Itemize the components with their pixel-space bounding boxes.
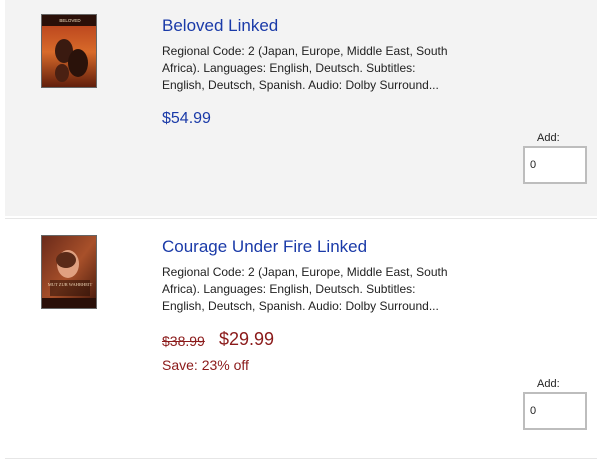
cover-title-art: MUT ZUR WAHRHEIT: [48, 282, 93, 287]
quantity-input[interactable]: [523, 146, 587, 184]
product-title-link[interactable]: Courage Under Fire Linked: [162, 237, 367, 257]
add-quantity-label: Add:: [537, 378, 560, 390]
product-description: Regional Code: 2 (Japan, Europe, Middle …: [162, 265, 448, 313]
row-divider: [5, 218, 597, 219]
product-thumbnail[interactable]: MUT ZUR WAHRHEIT: [41, 235, 97, 309]
quantity-input[interactable]: [523, 392, 587, 430]
cover-title-art: BELOVED: [59, 18, 81, 23]
product-item: BELOVED Beloved Linked Regional Code: 2 …: [5, 0, 597, 216]
product-title-link[interactable]: Beloved Linked: [162, 16, 278, 36]
row-divider: [5, 458, 597, 459]
sale-price: $29.99: [219, 329, 275, 349]
dvd-cover-image: MUT ZUR WAHRHEIT: [42, 236, 96, 308]
original-price: $38.99: [162, 333, 205, 349]
product-list-page: BELOVED Beloved Linked Regional Code: 2 …: [0, 0, 600, 460]
product-item: MUT ZUR WAHRHEIT Courage Under Fire Link…: [5, 221, 597, 457]
savings-text: Save: 23% off: [162, 357, 249, 373]
dvd-cover-image: BELOVED: [42, 15, 96, 87]
product-description: Regional Code: 2 (Japan, Europe, Middle …: [162, 44, 448, 92]
add-quantity-label: Add:: [537, 132, 560, 144]
product-price: $54.99: [162, 110, 211, 127]
product-thumbnail[interactable]: BELOVED: [41, 14, 97, 88]
